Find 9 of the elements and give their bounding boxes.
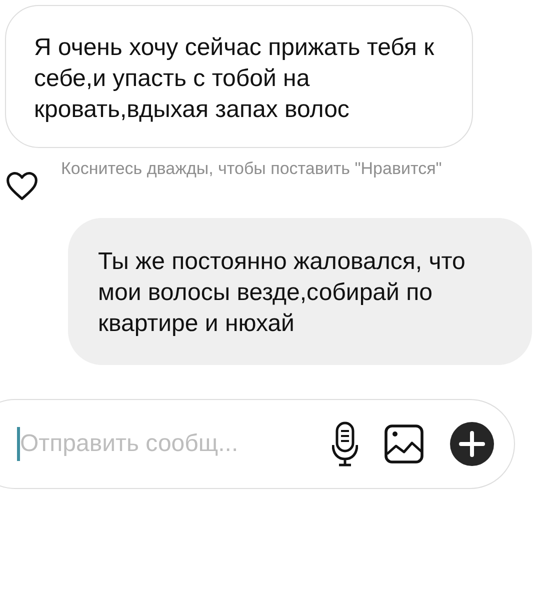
heart-icon[interactable]	[5, 170, 39, 202]
like-hint: Коснитесь дважды, чтобы поставить "Нравится"	[61, 158, 443, 180]
image-icon[interactable]	[384, 424, 424, 464]
microphone-icon[interactable]	[332, 421, 358, 467]
add-icon[interactable]	[450, 422, 494, 466]
text-cursor	[17, 427, 20, 461]
message-bubble: Ты же постоянно жаловался, что мои волосы везде,собирай по квартире и нюхай	[68, 218, 532, 365]
message-input[interactable]: Отправить сообщ...	[20, 430, 306, 458]
message-bubble: Я очень хочу сейчас прижать тебя к себе,и упасть с тобой на кровать,вдыхая запах волос	[5, 5, 473, 148]
